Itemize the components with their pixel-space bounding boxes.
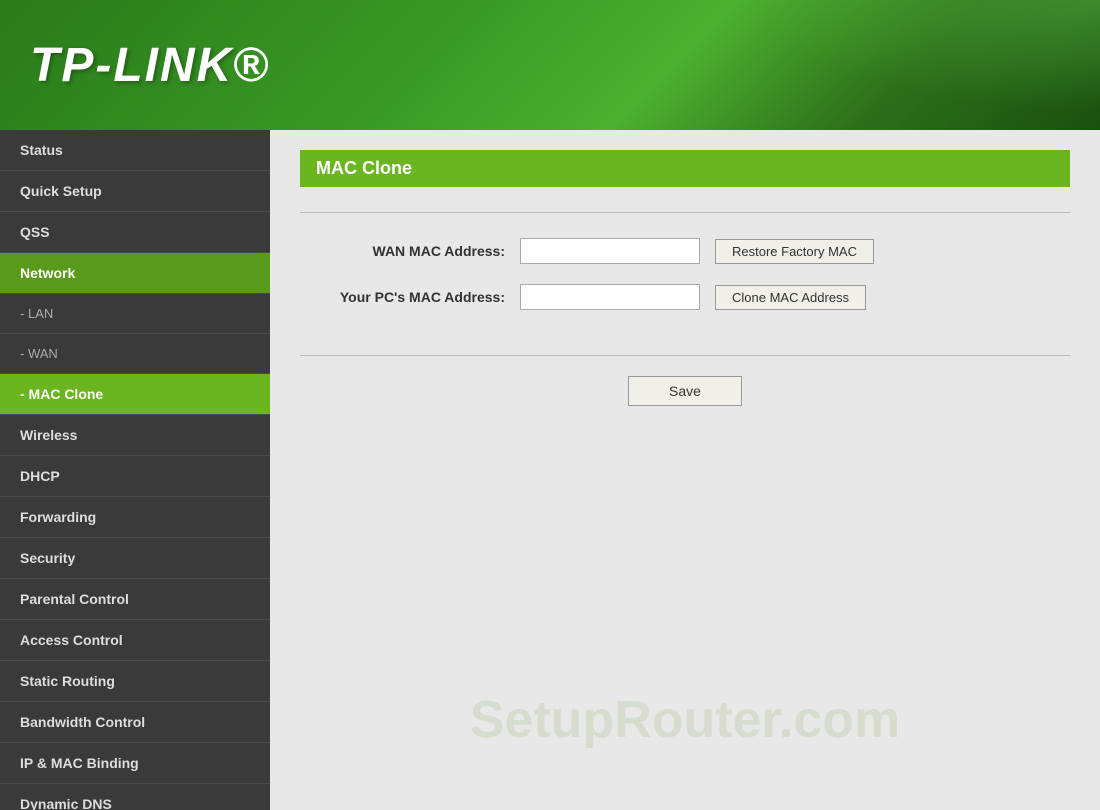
sidebar-item-parental-control[interactable]: Parental Control — [0, 579, 270, 620]
clone-mac-button[interactable]: Clone MAC Address — [715, 285, 866, 310]
save-button[interactable]: Save — [628, 376, 742, 406]
sidebar-item-wireless[interactable]: Wireless — [0, 415, 270, 456]
sidebar-item-static-routing[interactable]: Static Routing — [0, 661, 270, 702]
sidebar-item-status[interactable]: Status — [0, 130, 270, 171]
sidebar-item-qss[interactable]: QSS — [0, 212, 270, 253]
form-section: WAN MAC Address: Restore Factory MAC You… — [300, 228, 1070, 340]
sidebar-item-lan[interactable]: - LAN — [0, 294, 270, 334]
wan-mac-input[interactable] — [520, 238, 700, 264]
logo: TP-LINK — [30, 38, 233, 93]
header: TP-LINK® — [0, 0, 1100, 130]
content-area: MAC Clone WAN MAC Address: Restore Facto… — [270, 130, 1100, 810]
wan-mac-label: WAN MAC Address: — [320, 243, 520, 259]
pc-mac-row: Your PC's MAC Address: Clone MAC Address — [320, 284, 1050, 310]
restore-factory-mac-button[interactable]: Restore Factory MAC — [715, 239, 874, 264]
wan-mac-row: WAN MAC Address: Restore Factory MAC — [320, 238, 1050, 264]
sidebar-item-ip-mac-binding[interactable]: IP & MAC Binding — [0, 743, 270, 784]
sidebar-item-access-control[interactable]: Access Control — [0, 620, 270, 661]
save-section: Save — [300, 376, 1070, 406]
bottom-divider — [300, 355, 1070, 356]
sidebar: StatusQuick SetupQSSNetwork- LAN- WAN- M… — [0, 130, 270, 810]
sidebar-item-wan[interactable]: - WAN — [0, 334, 270, 374]
page-title: MAC Clone — [300, 150, 1070, 187]
sidebar-item-network[interactable]: Network — [0, 253, 270, 294]
pc-mac-input[interactable] — [520, 284, 700, 310]
top-divider — [300, 212, 1070, 213]
sidebar-item-bandwidth-control[interactable]: Bandwidth Control — [0, 702, 270, 743]
logo-mark: ® — [233, 38, 268, 93]
sidebar-item-quick-setup[interactable]: Quick Setup — [0, 171, 270, 212]
sidebar-item-forwarding[interactable]: Forwarding — [0, 497, 270, 538]
sidebar-item-mac-clone[interactable]: - MAC Clone — [0, 374, 270, 415]
watermark: SetupRouter.com — [470, 690, 901, 750]
main-container: StatusQuick SetupQSSNetwork- LAN- WAN- M… — [0, 130, 1100, 810]
pc-mac-label: Your PC's MAC Address: — [320, 289, 520, 305]
sidebar-item-dynamic-dns[interactable]: Dynamic DNS — [0, 784, 270, 810]
sidebar-item-dhcp[interactable]: DHCP — [0, 456, 270, 497]
sidebar-item-security[interactable]: Security — [0, 538, 270, 579]
